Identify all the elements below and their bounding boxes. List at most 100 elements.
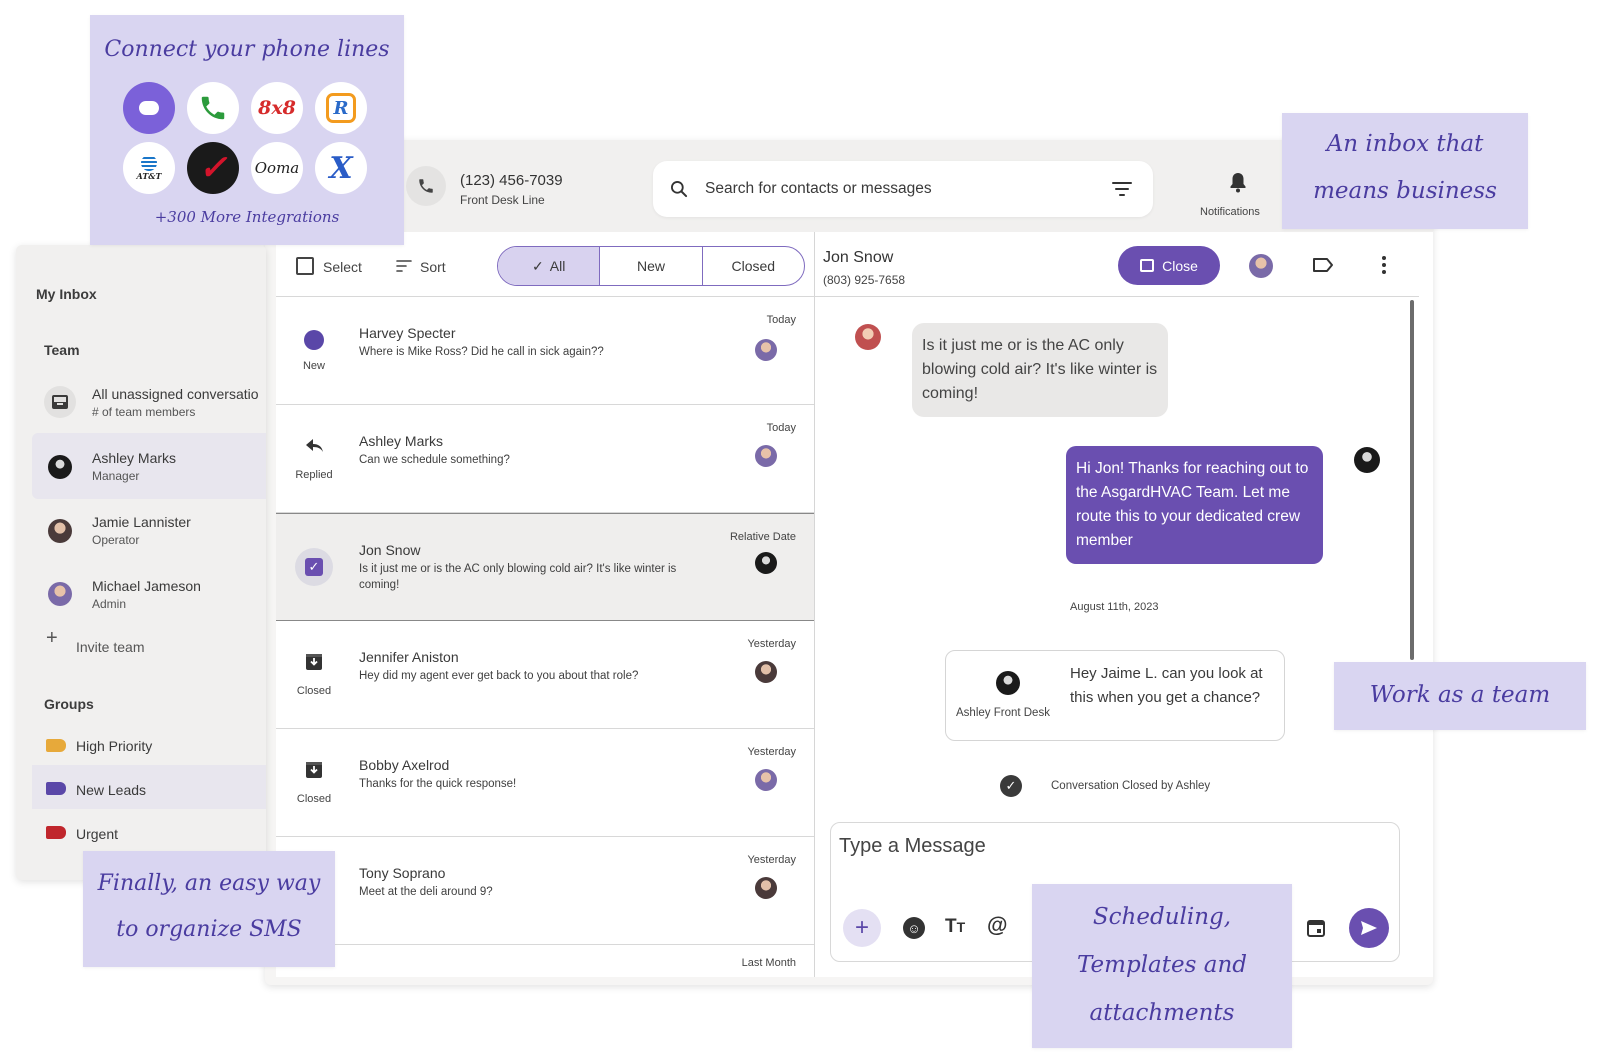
contact-name: Bobby Axelrod <box>359 757 450 773</box>
conversation-row-ashley[interactable]: Replied Ashley Marks Can we schedule som… <box>276 405 814 513</box>
groups-heading: Groups <box>44 696 94 712</box>
message-input[interactable]: Type a Message <box>839 835 986 858</box>
internal-note: Ashley Front Desk Hey Jaime L. can you l… <box>945 650 1285 741</box>
message-preview: Is it just me or is the AC only blowing … <box>359 563 677 591</box>
date-label: Relative Date <box>729 531 796 543</box>
sidebar-item-jamie-lannister[interactable]: Jamie Lannister <box>92 514 191 530</box>
assignee-avatar <box>755 769 777 791</box>
avatar <box>48 519 72 543</box>
contact-name: Tony Soprano <box>359 865 446 881</box>
contact-name: Jennifer Aniston <box>359 649 459 665</box>
ringcentral-logo: R <box>315 82 367 134</box>
sidebar-item-unassigned-sub: # of team members <box>92 405 196 419</box>
phone-icon[interactable] <box>406 166 446 206</box>
note-text: Hey Jaime L. can you look at this when y… <box>1070 665 1263 706</box>
emoji-icon[interactable]: ☺ <box>903 917 925 939</box>
sort-label[interactable]: Sort <box>420 259 446 275</box>
inbox-callout: An inbox that means business <box>1282 113 1528 229</box>
agent-avatar <box>1354 447 1380 473</box>
filter-tabs: ✓ All New Closed <box>497 246 805 286</box>
8x8-logo: 8x8 <box>251 82 303 134</box>
member-role: Admin <box>92 597 127 611</box>
label-icon[interactable] <box>1312 256 1334 274</box>
conversation-row-bobby[interactable]: Closed Bobby Axelrod Thanks for the quic… <box>276 729 814 837</box>
scheduling-callout: Scheduling, Templates and attachments <box>1032 884 1292 1048</box>
archive-icon <box>305 653 323 671</box>
status-label: New <box>302 360 325 372</box>
bell-icon[interactable] <box>1226 170 1250 194</box>
group-row-highlight <box>32 765 266 809</box>
notifications-label: Notifications <box>1200 206 1260 218</box>
invite-team-link[interactable]: Invite team <box>76 639 144 655</box>
add-attachment-icon[interactable]: + <box>843 909 881 947</box>
conversation-row-harvey[interactable]: New Harvey Specter Where is Mike Ross? D… <box>276 297 814 405</box>
tag-icon <box>46 782 66 795</box>
organize-callout-line2: to organize SMS <box>116 917 302 942</box>
search-bar[interactable]: Search for contacts or messages <box>653 161 1153 217</box>
avatar <box>48 455 72 479</box>
tag-icon <box>46 826 66 839</box>
date-label: Today <box>766 314 796 326</box>
calendar-icon[interactable] <box>1305 917 1327 939</box>
tag-icon <box>46 739 66 752</box>
integrations-more: +300 More Integrations <box>154 208 340 226</box>
connect-title: Connect your phone lines <box>104 37 390 62</box>
sidebar-item-michael-jameson[interactable]: Michael Jameson <box>92 578 201 594</box>
message-preview: Thanks for the quick response! <box>359 778 517 790</box>
member-role: Manager <box>92 469 140 483</box>
group-urgent[interactable]: Urgent <box>76 826 118 842</box>
tab-all[interactable]: ✓ All <box>498 247 601 285</box>
search-input[interactable]: Search for contacts or messages <box>705 180 932 198</box>
last-month-label: Last Month <box>741 957 796 969</box>
more-vertical-icon[interactable] <box>1378 254 1390 276</box>
verizon-logo: ✓ <box>187 142 239 194</box>
group-new-leads[interactable]: New Leads <box>76 782 146 798</box>
filter-icon[interactable] <box>1111 178 1133 200</box>
member-name: Ashley Marks <box>92 450 177 466</box>
selected-checkbox-icon[interactable]: ✓ <box>295 548 333 586</box>
text-format-icon[interactable]: TT <box>945 916 965 938</box>
tab-closed[interactable]: Closed <box>703 247 804 285</box>
status-label: Closed <box>296 685 332 697</box>
contact-name: Jon Snow <box>359 542 421 558</box>
status-label: Replied <box>295 469 333 481</box>
divider <box>814 296 1419 297</box>
close-conversation-button[interactable]: Close <box>1118 246 1220 285</box>
date-label: Yesterday <box>747 746 796 758</box>
date-divider: August 11th, 2023 <box>1070 601 1159 613</box>
scheduling-callout-line2: Templates and <box>1077 952 1247 978</box>
tab-new[interactable]: New <box>600 247 703 285</box>
conversation-row-tony[interactable]: Tony Soprano Meet at the deli around 9? … <box>276 837 814 945</box>
chat-contact-phone: (803) 925-7658 <box>823 273 906 287</box>
contact-avatar <box>855 324 881 350</box>
contact-name: Harvey Specter <box>359 325 456 341</box>
outgoing-message: Hi Jon! Thanks for reaching out to the A… <box>1066 446 1323 564</box>
conversation-row-jon-snow[interactable]: ✓ Jon Snow Is it just me or is the AC on… <box>276 513 814 621</box>
member-role: Operator <box>92 533 140 547</box>
note-author: Ashley Front Desk <box>956 707 1050 719</box>
scrollbar[interactable] <box>1410 300 1414 660</box>
select-checkbox[interactable] <box>296 257 314 275</box>
organize-callout: Finally, an easy way to organize SMS <box>83 851 335 967</box>
archive-icon <box>305 761 323 779</box>
conversation-row-jennifer[interactable]: Closed Jennifer Aniston Hey did my agent… <box>276 621 814 729</box>
send-button[interactable] <box>1349 908 1389 948</box>
ooma-logo: Ooma <box>251 142 303 194</box>
chat-contact-name: Jon Snow <box>823 249 894 266</box>
sidebar-item-unassigned[interactable]: All unassigned conversatio <box>92 386 264 402</box>
assignee-avatar[interactable] <box>1249 254 1273 278</box>
my-inbox-link[interactable]: My Inbox <box>36 286 97 302</box>
group-high-priority[interactable]: High Priority <box>76 738 152 754</box>
reply-icon <box>304 437 326 455</box>
status-label: Closed <box>296 793 332 805</box>
mention-icon[interactable]: @ <box>987 914 1007 938</box>
xfinity-logo: X <box>315 142 367 194</box>
contact-name: Ashley Marks <box>359 433 444 449</box>
search-icon <box>669 179 689 199</box>
plus-icon[interactable]: + <box>46 628 58 648</box>
phone-number: (123) 456-7039 <box>460 172 563 189</box>
organize-callout-line1: Finally, an easy way <box>97 871 321 896</box>
inbox-callout-line1: An inbox that <box>1326 131 1484 157</box>
sort-icon[interactable] <box>396 259 412 273</box>
select-label[interactable]: Select <box>323 259 362 275</box>
